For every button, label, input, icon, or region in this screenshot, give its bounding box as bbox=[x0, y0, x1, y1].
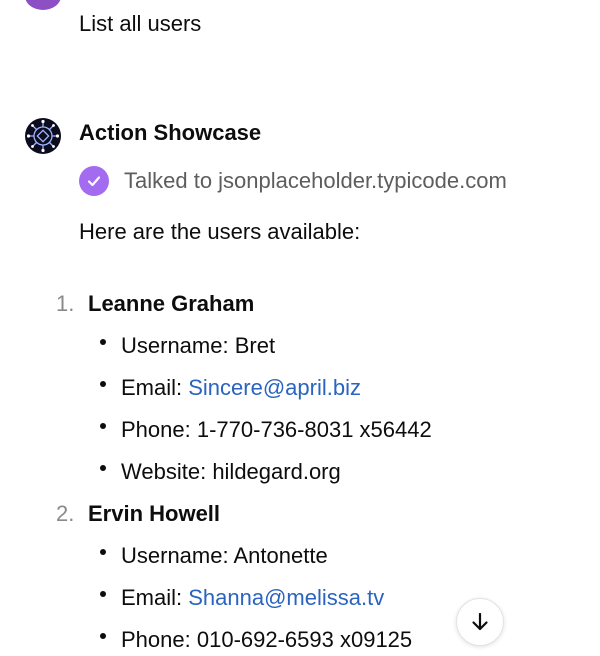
action-status-text: Talked to jsonplaceholder.typicode.com bbox=[124, 168, 507, 193]
assistant-name: Action Showcase bbox=[79, 120, 262, 145]
scroll-down-button[interactable] bbox=[456, 598, 504, 646]
bullet bbox=[100, 381, 106, 387]
list-item: Username: Antonette bbox=[121, 543, 328, 569]
list-item: Username: Bret bbox=[121, 333, 275, 359]
action-status-row[interactable]: Talked to jsonplaceholder.typicode.com bbox=[79, 166, 507, 196]
field-label: Username: bbox=[121, 333, 229, 358]
email-link[interactable]: Sincere@april.biz bbox=[188, 375, 361, 400]
bullet bbox=[100, 423, 106, 429]
bullet bbox=[100, 633, 106, 639]
email-link[interactable]: Shanna@melissa.tv bbox=[188, 585, 384, 610]
field-value: Bret bbox=[234, 333, 276, 358]
list-item: Phone: 1-770-736-8031 x56442 bbox=[121, 417, 432, 443]
user-message: List all users bbox=[79, 11, 202, 36]
field-value: 1-770-736-8031 x56442 bbox=[196, 417, 432, 442]
response-intro: Here are the users available: bbox=[79, 219, 361, 244]
field-value: hildegard.org bbox=[212, 459, 341, 484]
list-number: 1. bbox=[56, 291, 75, 316]
bullet bbox=[100, 339, 106, 345]
arrow-down-icon bbox=[472, 612, 488, 631]
field-label: Website: bbox=[121, 459, 207, 484]
user-name: Leanne Graham bbox=[88, 291, 255, 316]
assistant-avatar-icon bbox=[25, 118, 61, 154]
list-item: Website: hildegard.org bbox=[121, 459, 341, 485]
list-number: 2. bbox=[56, 501, 75, 526]
bullet bbox=[100, 465, 106, 471]
list-item: Email: Sincere@april.biz bbox=[121, 375, 361, 401]
bullet bbox=[100, 549, 106, 555]
list-item: Email: Shanna@melissa.tv bbox=[121, 585, 384, 611]
field-value: Antonette bbox=[233, 543, 328, 568]
field-label: Phone: bbox=[121, 627, 191, 652]
bullet bbox=[100, 591, 106, 597]
field-value: 010-692-6593 x09125 bbox=[196, 627, 413, 652]
field-label: Email: bbox=[121, 585, 183, 610]
user-name: Ervin Howell bbox=[88, 501, 221, 526]
field-label: Phone: bbox=[121, 417, 191, 442]
user-avatar bbox=[25, 0, 61, 10]
list-item: Phone: 010-692-6593 x09125 bbox=[121, 627, 412, 653]
field-label: Username: bbox=[121, 543, 229, 568]
field-label: Email: bbox=[121, 375, 183, 400]
check-icon bbox=[79, 166, 109, 196]
